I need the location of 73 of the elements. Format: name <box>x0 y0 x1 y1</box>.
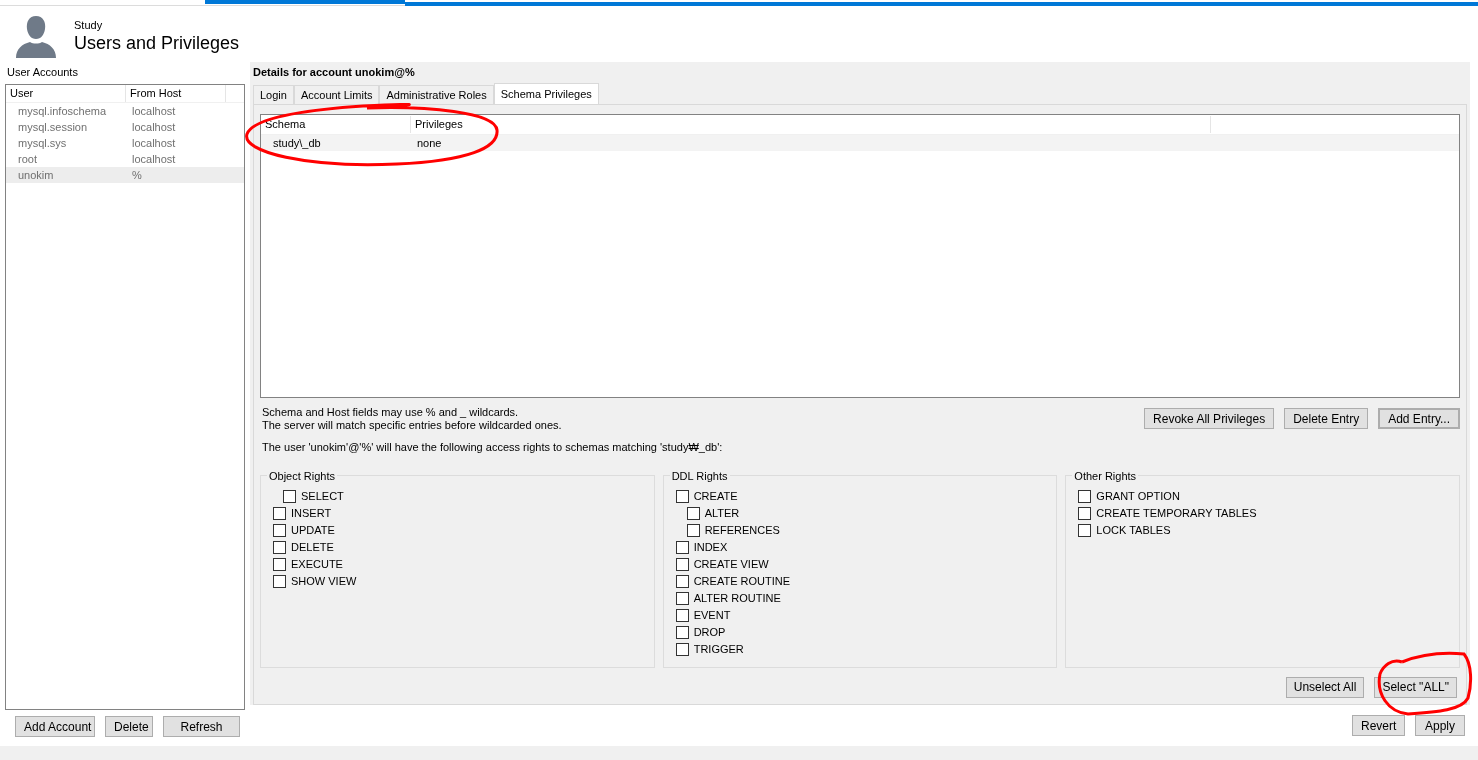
checkbox-label: LOCK TABLES <box>1096 523 1171 539</box>
checkbox[interactable] <box>675 626 689 639</box>
checkbox-label: GRANT OPTION <box>1096 489 1180 505</box>
footer-button[interactable]: Revert <box>1352 715 1405 736</box>
checkbox[interactable] <box>273 507 286 520</box>
group-title: Object Rights <box>268 468 337 484</box>
hint-text: The server will match specific entries before wildcarded ones. <box>261 419 562 432</box>
checkbox-label: ALTER <box>704 506 740 522</box>
checkbox-label: INDEX <box>693 540 728 556</box>
checkbox-label: CREATE ROUTINE <box>693 574 791 590</box>
checkbox[interactable] <box>273 524 286 537</box>
checkbox[interactable] <box>686 507 700 520</box>
account-row[interactable]: mysql.session localhost <box>6 119 244 135</box>
checkbox-label: REFERENCES <box>704 523 780 539</box>
checkbox-label: DROP <box>693 625 726 641</box>
checkbox[interactable] <box>675 490 689 503</box>
checkbox-label: CREATE <box>693 489 738 505</box>
tab[interactable]: Account Limits <box>293 85 380 104</box>
footer-button[interactable]: Apply <box>1415 715 1465 736</box>
account-button[interactable]: Delete <box>105 716 153 737</box>
checkbox[interactable] <box>1078 524 1092 537</box>
user-silhouette-icon <box>14 14 58 58</box>
entry-button[interactable]: Revoke All Privileges <box>1144 408 1275 429</box>
checkbox-label: TRIGGER <box>693 642 744 658</box>
checkbox[interactable] <box>675 643 689 656</box>
checkbox[interactable] <box>273 575 286 588</box>
checkbox-label: SELECT <box>301 489 344 505</box>
details-heading: Details for account unokim@% <box>253 65 416 80</box>
checkbox-label: UPDATE <box>291 523 335 539</box>
checkbox[interactable] <box>686 524 700 537</box>
checkbox-label: SHOW VIEW <box>291 574 357 590</box>
column-header[interactable]: Schema <box>261 116 411 133</box>
hint-text: Schema and Host fields may use % and _ wildcards. <box>261 406 520 419</box>
tab[interactable]: Schema Privileges <box>493 83 599 104</box>
select-button[interactable]: Select "ALL" <box>1374 676 1457 698</box>
checkbox[interactable] <box>1078 490 1092 503</box>
checkbox[interactable] <box>1078 507 1092 520</box>
checkbox[interactable] <box>273 558 286 571</box>
checkbox-label: EVENT <box>693 608 731 624</box>
breadcrumb-label: Study <box>74 18 104 32</box>
account-row[interactable]: mysql.infoschema localhost <box>6 103 244 119</box>
tab[interactable]: Login <box>253 85 294 104</box>
checkbox-label: DELETE <box>291 540 334 556</box>
checkbox-label: EXECUTE <box>291 557 343 573</box>
select-button[interactable]: Unselect All <box>1285 676 1365 698</box>
schema-row[interactable]: study\_db none <box>261 135 1459 151</box>
entry-button[interactable]: Add Entry... <box>1378 408 1460 429</box>
checkbox-label: CREATE TEMPORARY TABLES <box>1096 506 1257 522</box>
account-row[interactable]: unokim % <box>6 167 244 183</box>
group-title: Other Rights <box>1073 468 1138 484</box>
entry-button[interactable]: Delete Entry <box>1284 408 1369 429</box>
checkbox[interactable] <box>273 541 286 554</box>
column-header[interactable]: User <box>6 85 126 102</box>
checkbox[interactable] <box>675 558 689 571</box>
section-label: User Accounts <box>6 65 79 80</box>
checkbox[interactable] <box>675 609 689 622</box>
checkbox[interactable] <box>675 541 689 554</box>
tab[interactable]: Administrative Roles <box>379 85 494 104</box>
account-row[interactable]: root localhost <box>6 151 244 167</box>
account-row[interactable]: mysql.sys localhost <box>6 135 244 151</box>
checkbox[interactable] <box>675 592 689 605</box>
column-header[interactable]: From Host <box>126 85 226 102</box>
checkbox[interactable] <box>283 490 296 503</box>
checkbox-label: CREATE VIEW <box>693 557 769 573</box>
access-note: The user 'unokim'@'%' will have the following access rights to schemas matching 'study₩_db': <box>261 440 724 455</box>
checkbox-label: ALTER ROUTINE <box>693 591 781 607</box>
account-button[interactable]: Add Account <box>15 716 95 737</box>
checkbox[interactable] <box>675 575 689 588</box>
group-title: DDL Rights <box>670 468 729 484</box>
account-button[interactable]: Refresh <box>163 716 240 737</box>
column-header[interactable]: Privileges <box>411 116 1211 133</box>
page-title: Users and Privileges <box>74 32 240 54</box>
checkbox-label: INSERT <box>291 506 332 522</box>
